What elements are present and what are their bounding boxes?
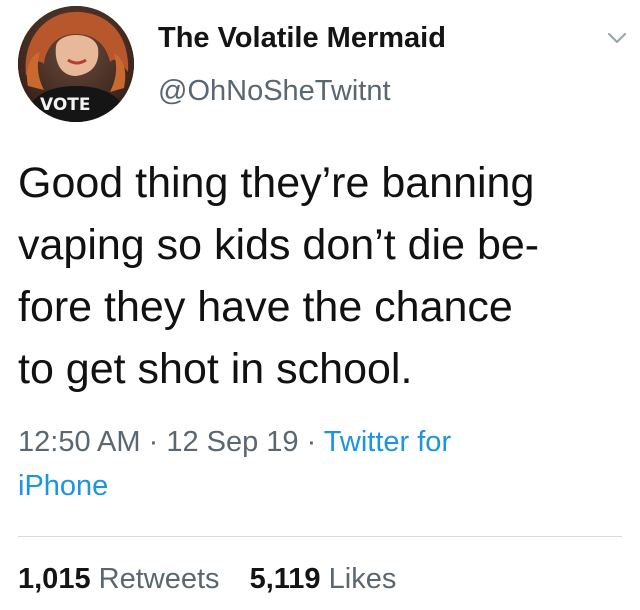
tweet-card: VOTE The Volatile Mermaid @OhNoSheTwitnt… [0, 0, 640, 610]
avatar-shirt-text: VOTE [40, 95, 91, 115]
tweet-source-link-cont[interactable]: iPhone [18, 470, 108, 502]
retweets-stat[interactable]: 1,015 Retweets [18, 563, 220, 596]
retweets-label: Retweets [98, 563, 220, 595]
tweet-text-line: to get shot in school. [18, 345, 413, 393]
divider [18, 536, 622, 537]
retweets-count: 1,015 [18, 563, 91, 595]
avatar[interactable]: VOTE [18, 6, 134, 122]
tweet-text-line: fore they have the chance [18, 283, 513, 331]
tweet-text-line: Good thing they’re banning [18, 159, 535, 207]
tweet-date[interactable]: 12 Sep 19 [166, 426, 298, 458]
likes-stat[interactable]: 5,119 Likes [250, 563, 397, 596]
meta-separator: · [140, 426, 167, 458]
tweet-source-link[interactable]: Twitter for [324, 426, 451, 458]
tweet-text-line: vaping so kids don’t die be- [18, 221, 540, 269]
likes-label: Likes [328, 563, 397, 595]
tweet-text: Good thing they’re banning vaping so kid… [18, 152, 628, 400]
tweet-time[interactable]: 12:50 AM [18, 426, 141, 458]
profile-photo-icon: VOTE [18, 6, 134, 122]
chevron-down-icon[interactable] [606, 30, 628, 46]
likes-count: 5,119 [249, 563, 321, 595]
meta-separator: · [298, 426, 324, 458]
display-name[interactable]: The Volatile Mermaid [158, 22, 446, 55]
user-handle[interactable]: @OhNoSheTwitnt [158, 75, 391, 108]
tweet-metadata: 12:50 AM · 12 Sep 19 · Twitter for iPhone [18, 420, 618, 508]
tweet-stats: 1,015 Retweets 5,119 Likes [18, 563, 396, 596]
